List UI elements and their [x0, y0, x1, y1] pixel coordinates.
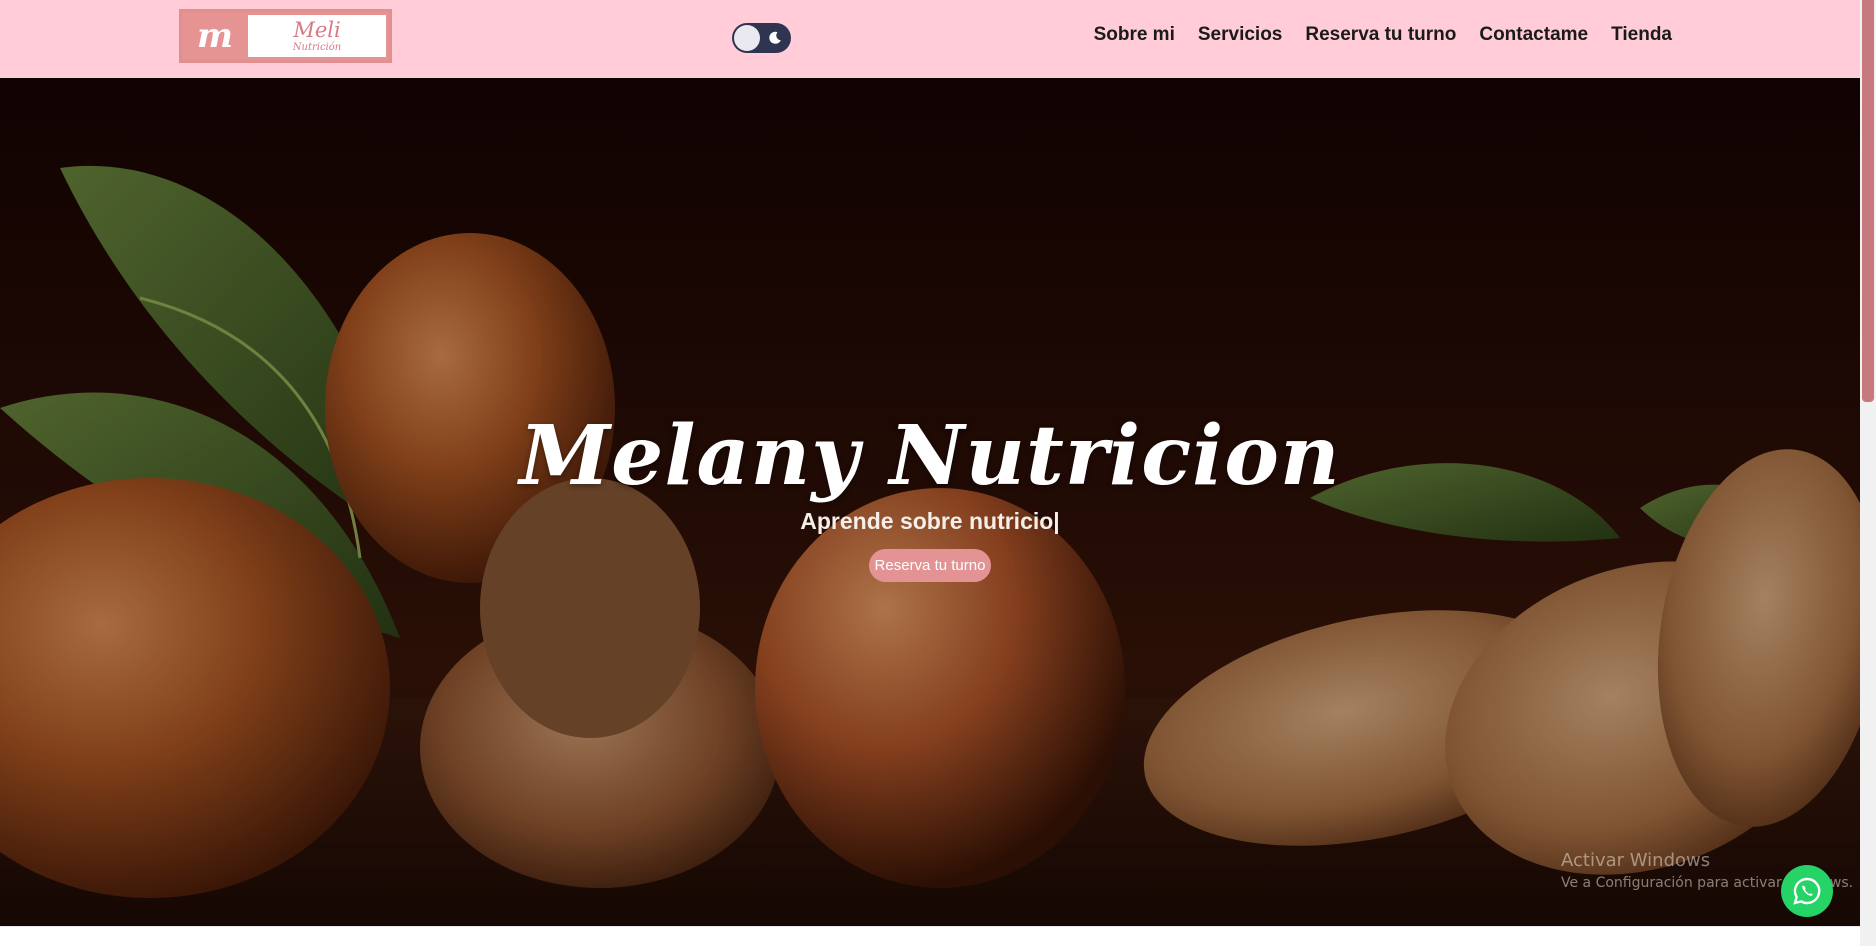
nav-tienda[interactable]: Tienda — [1611, 24, 1672, 46]
next-section-edge — [0, 926, 1860, 946]
logo[interactable]: m Meli Nutrición — [179, 9, 392, 63]
nav-reserva-tu-turno[interactable]: Reserva tu turno — [1305, 24, 1456, 46]
nav-servicios[interactable]: Servicios — [1198, 24, 1283, 46]
whatsapp-button[interactable] — [1781, 865, 1833, 917]
logo-wordmark: Meli Nutrición — [248, 15, 386, 57]
whatsapp-icon — [1793, 877, 1821, 905]
toggle-knob — [734, 25, 760, 51]
hero-title: Melany Nutricion — [519, 408, 1341, 504]
nav-contactame[interactable]: Contactame — [1479, 24, 1588, 46]
site-header: m Meli Nutrición Sobre mi Servicios Rese… — [0, 0, 1860, 78]
nav-sobre-mi[interactable]: Sobre mi — [1094, 24, 1175, 46]
reserva-turno-button[interactable]: Reserva tu turno — [868, 549, 992, 582]
moon-icon — [769, 31, 781, 44]
page-scrollbar[interactable] — [1860, 0, 1876, 946]
page: m Meli Nutrición Sobre mi Servicios Rese… — [0, 0, 1876, 946]
logo-word: Meli — [293, 17, 341, 42]
logo-mark: m — [197, 16, 233, 56]
hero-subtitle: Aprende sobre nutricio| — [800, 508, 1060, 534]
dark-mode-toggle[interactable] — [732, 23, 791, 53]
logo-tagline: Nutrición — [292, 41, 342, 53]
main-nav: Sobre mi Servicios Reserva tu turno Cont… — [1094, 24, 1672, 46]
hero-section: Melany Nutricion Aprende sobre nutricio|… — [0, 78, 1860, 926]
hero-content: Melany Nutricion Aprende sobre nutricio|… — [0, 408, 1860, 582]
scrollbar-thumb[interactable] — [1862, 0, 1874, 402]
